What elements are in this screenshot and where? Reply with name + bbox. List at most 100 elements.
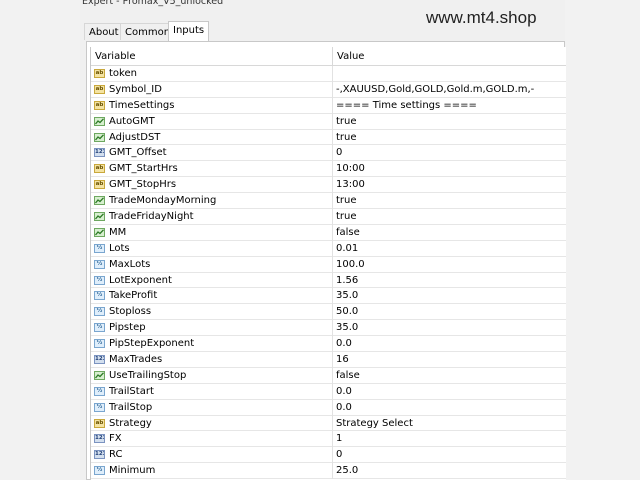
variable-name: TrailStop bbox=[109, 401, 153, 413]
variable-value[interactable]: 25.0 bbox=[336, 465, 358, 476]
variable-value[interactable]: 0.0 bbox=[336, 338, 352, 349]
variable-value[interactable]: 1 bbox=[336, 433, 342, 444]
cell-divider bbox=[332, 288, 333, 305]
table-row[interactable]: ½ Stoploss 50.0 bbox=[91, 304, 566, 321]
variable-value[interactable]: 100.0 bbox=[336, 259, 365, 270]
cell-divider bbox=[332, 209, 333, 226]
variable-value[interactable]: 0 bbox=[336, 449, 342, 460]
table-row[interactable]: ½ MaxLots 100.0 bbox=[91, 256, 566, 273]
variable-name: UseTrailingStop bbox=[109, 369, 187, 381]
table-row[interactable]: AutoGMT true bbox=[91, 113, 566, 130]
variable-value[interactable]: ==== Time settings ==== bbox=[336, 100, 477, 111]
variable-value[interactable]: 1.56 bbox=[336, 275, 358, 286]
table-row[interactable]: ab Symbol_ID -,XAUUSD,Gold,GOLD,Gold.m,GOL… bbox=[91, 81, 566, 98]
double-type-icon: ½ bbox=[94, 402, 105, 412]
variable-name: MaxTrades bbox=[109, 354, 163, 366]
table-row[interactable]: ½ LotExponent 1.56 bbox=[91, 272, 566, 289]
cell-divider bbox=[332, 304, 333, 321]
variable-name: LotExponent bbox=[109, 274, 172, 286]
table-row[interactable]: ½ Minimum 25.0 bbox=[91, 463, 566, 480]
tab-common[interactable]: Common bbox=[120, 23, 176, 40]
variable-name: GMT_Offset bbox=[109, 147, 167, 159]
variable-value[interactable]: true bbox=[336, 195, 357, 206]
cell-divider bbox=[332, 336, 333, 353]
bool-type-icon bbox=[94, 370, 105, 380]
cell-divider bbox=[332, 224, 333, 241]
variable-value[interactable]: 0.0 bbox=[336, 402, 352, 413]
double-type-icon: ½ bbox=[94, 466, 105, 476]
double-type-icon: ½ bbox=[94, 259, 105, 269]
string-type-icon: ab bbox=[94, 100, 105, 110]
variable-value[interactable]: 35.0 bbox=[336, 290, 358, 301]
variable-value[interactable]: 16 bbox=[336, 354, 349, 365]
table-row[interactable]: ½ PipStepExponent 0.0 bbox=[91, 336, 566, 353]
tab-about[interactable]: About bbox=[84, 23, 124, 40]
right-margin bbox=[565, 0, 640, 480]
variable-value[interactable]: 50.0 bbox=[336, 306, 358, 317]
double-type-icon: ½ bbox=[94, 386, 105, 396]
variable-value[interactable]: true bbox=[336, 211, 357, 222]
table-row[interactable]: ab TimeSettings ==== Time settings ==== bbox=[91, 97, 566, 114]
variable-name: TakeProfit bbox=[109, 290, 158, 302]
variable-value[interactable]: 13:00 bbox=[336, 179, 365, 190]
table-row[interactable]: 123 RC 0 bbox=[91, 447, 566, 464]
variable-name: Pipstep bbox=[109, 322, 146, 334]
variable-value[interactable]: 10:00 bbox=[336, 163, 365, 174]
table-row[interactable]: TradeFridayNight true bbox=[91, 209, 566, 226]
column-header-value[interactable]: Value bbox=[337, 51, 364, 62]
table-row[interactable]: ab GMT_StopHrs 13:00 bbox=[91, 177, 566, 194]
bool-type-icon bbox=[94, 196, 105, 206]
double-type-icon: ½ bbox=[94, 323, 105, 333]
string-type-icon: ab bbox=[94, 69, 105, 78]
table-row[interactable]: AdjustDST true bbox=[91, 129, 566, 146]
table-row[interactable]: 123 MaxTrades 16 bbox=[91, 352, 566, 369]
variable-name: FX bbox=[109, 433, 122, 445]
table-row[interactable]: 123 GMT_Offset 0 bbox=[91, 145, 566, 162]
left-margin bbox=[0, 0, 80, 480]
variable-value[interactable]: false bbox=[336, 227, 360, 238]
integer-type-icon: 123 bbox=[94, 434, 105, 444]
table-row[interactable]: 123 FX 1 bbox=[91, 431, 566, 448]
cell-divider bbox=[332, 383, 333, 400]
cell-divider bbox=[332, 97, 333, 114]
variable-value[interactable]: false bbox=[336, 370, 360, 381]
cell-divider bbox=[332, 415, 333, 432]
cell-divider bbox=[332, 272, 333, 289]
variable-value[interactable]: 0.0 bbox=[336, 386, 352, 397]
watermark-text: www.mt4.shop bbox=[426, 8, 537, 27]
variable-value[interactable]: 35.0 bbox=[336, 322, 358, 333]
table-row[interactable]: TradeMondayMorning true bbox=[91, 193, 566, 210]
variable-value[interactable]: -,XAUUSD,Gold,GOLD,Gold.m,GOLD.m,- bbox=[336, 84, 534, 95]
variable-name: GMT_StartHrs bbox=[109, 163, 178, 175]
table-row[interactable]: ½ TakeProfit 35.0 bbox=[91, 288, 566, 305]
column-divider[interactable] bbox=[332, 47, 333, 66]
table-row[interactable]: MM false bbox=[91, 224, 566, 241]
variable-value[interactable]: Strategy Select bbox=[336, 418, 413, 429]
cell-divider bbox=[332, 66, 333, 82]
variable-value[interactable]: 0.01 bbox=[336, 243, 358, 254]
table-row[interactable]: ab GMT_StartHrs 10:00 bbox=[91, 161, 566, 178]
variable-name: PipStepExponent bbox=[109, 338, 195, 350]
cell-divider bbox=[332, 129, 333, 146]
variable-name: token bbox=[109, 68, 137, 79]
variable-value[interactable]: 0 bbox=[336, 147, 342, 158]
double-type-icon: ½ bbox=[94, 275, 105, 285]
table-row[interactable]: ½ Lots 0.01 bbox=[91, 240, 566, 257]
variable-name: Symbol_ID bbox=[109, 83, 162, 95]
variable-name: Lots bbox=[109, 242, 130, 254]
string-type-icon: ab bbox=[94, 418, 105, 428]
integer-type-icon: 123 bbox=[94, 355, 105, 365]
column-header-variable[interactable]: Variable bbox=[95, 51, 136, 62]
table-row[interactable]: ½ Pipstep 35.0 bbox=[91, 320, 566, 337]
table-row[interactable]: UseTrailingStop false bbox=[91, 367, 566, 384]
string-type-icon: ab bbox=[94, 164, 105, 174]
table-row[interactable]: ½ TrailStart 0.0 bbox=[91, 383, 566, 400]
variable-name: MM bbox=[109, 226, 127, 238]
variable-value[interactable]: true bbox=[336, 132, 357, 143]
tab-inputs[interactable]: Inputs bbox=[168, 21, 210, 41]
cell-divider bbox=[332, 352, 333, 369]
variable-value[interactable]: true bbox=[336, 116, 357, 127]
table-row[interactable]: ab Strategy Strategy Select bbox=[91, 415, 566, 432]
table-row[interactable]: ½ TrailStop 0.0 bbox=[91, 399, 566, 416]
table-row[interactable]: ab token bbox=[91, 66, 566, 82]
